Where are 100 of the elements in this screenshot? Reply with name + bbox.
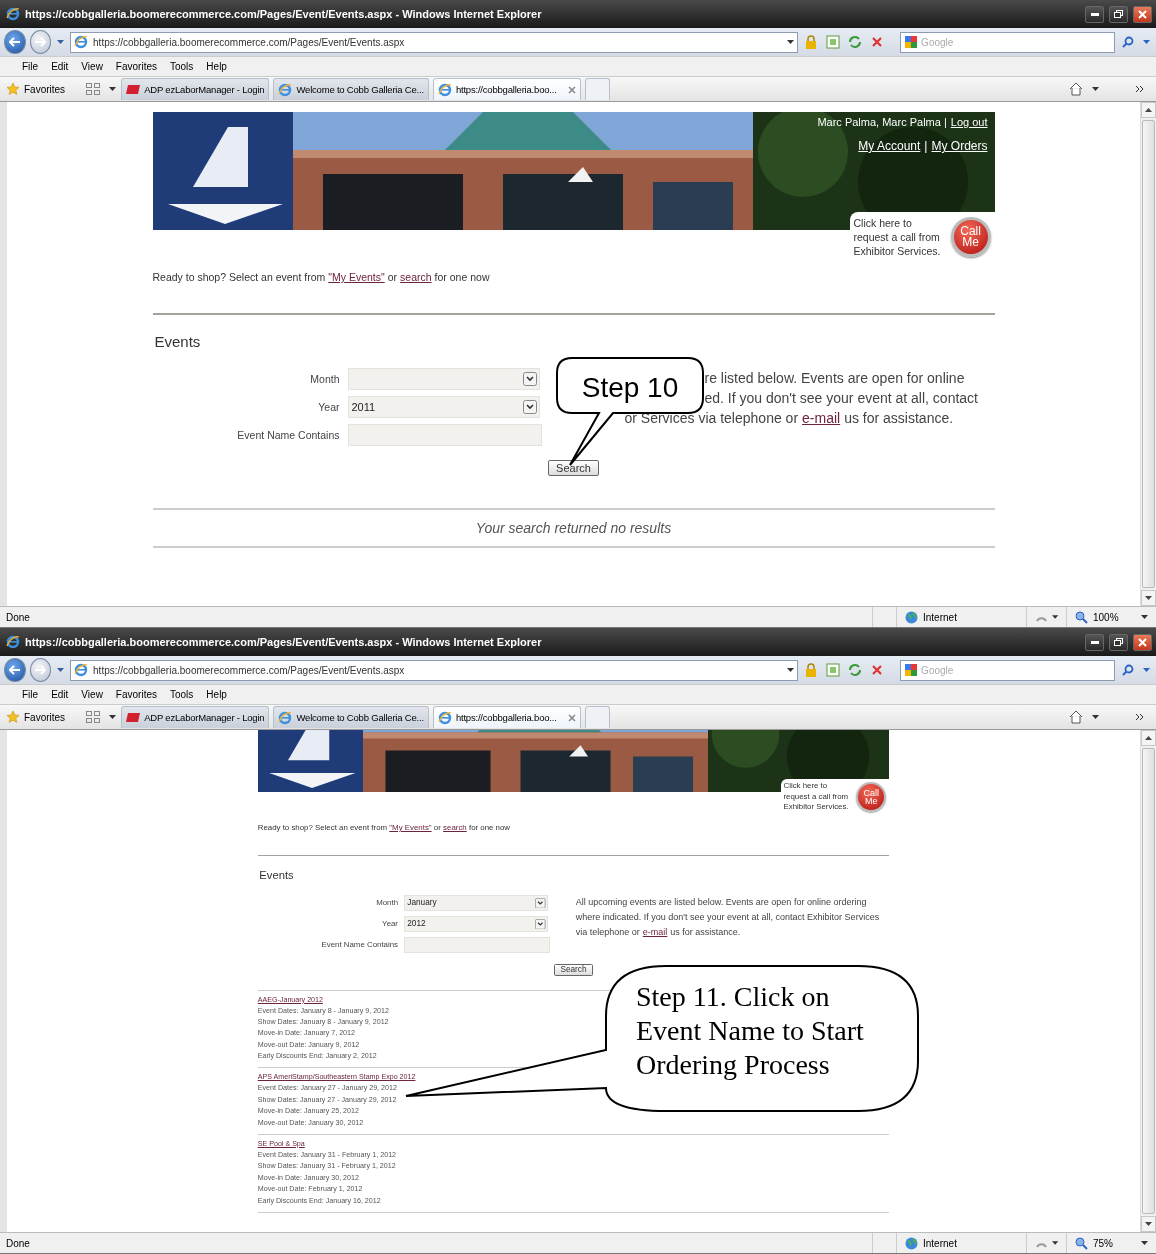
browser-tab[interactable]: Welcome to Cobb Galleria Ce... [273, 706, 429, 728]
section-title: Events [154, 333, 202, 350]
call-me-button[interactable]: Call Me [856, 782, 887, 813]
input-field[interactable] [347, 424, 542, 446]
globe-icon [905, 610, 918, 624]
no-results-message: Your search returned no results [474, 520, 673, 536]
close-icon [1138, 9, 1147, 19]
browser-tab[interactable]: https://cobbgalleria.boo... [432, 78, 581, 100]
browser-tab[interactable]: ADP ezLaborManager - Login [121, 78, 270, 100]
window-title: https://cobbgalleria.boomerecommerce.com/Pages/Event/Events.aspx - Windows Internet Explorer [25, 8, 543, 20]
scroll-down-button[interactable] [1141, 1216, 1156, 1232]
account-link[interactable]: My Orders [931, 139, 988, 153]
back-button[interactable] [4, 30, 26, 54]
caret-icon [787, 668, 795, 672]
restore-icon [1114, 638, 1123, 646]
caret-icon [57, 40, 65, 44]
search-link[interactable]: search [400, 271, 432, 283]
email-link[interactable]: e-mail [642, 924, 668, 940]
caret-icon [787, 40, 795, 44]
back-arrow-icon [8, 665, 21, 675]
back-button[interactable] [4, 658, 26, 682]
menu-item[interactable]: Tools [170, 61, 194, 72]
search-button[interactable]: Search [548, 460, 599, 476]
scrollbar[interactable] [1140, 730, 1156, 1232]
address-field[interactable]: https://cobbgalleria.boomerecommerce.com/Pages/Event/Events.aspx [70, 659, 799, 681]
menu-item[interactable]: Favorites [115, 689, 157, 700]
field-label: Year [317, 401, 340, 413]
browser-icon [6, 635, 20, 649]
zone-text: Internet [923, 1237, 957, 1249]
browser-tab[interactable]: ADP ezLaborManager - Login [121, 706, 270, 728]
address-field[interactable]: https://cobbgalleria.boomerecommerce.com/Pages/Event/Events.aspx [70, 31, 799, 53]
down-arrow-icon [1145, 596, 1152, 600]
forward-button[interactable] [29, 658, 52, 682]
scroll-up-button[interactable] [1141, 102, 1156, 118]
email-link[interactable]: e-mail [802, 408, 841, 428]
search-icon [1122, 36, 1135, 48]
select-field[interactable] [347, 368, 540, 390]
close-button[interactable] [1133, 633, 1152, 651]
scroll-down-button[interactable] [1141, 590, 1156, 606]
info-text: re listed below. Events are open for online [704, 369, 965, 388]
browser-icon [74, 35, 89, 49]
zoom-icon[interactable] [1075, 610, 1088, 624]
menu-item[interactable]: File [22, 61, 39, 72]
menu-item[interactable]: Help [206, 61, 227, 72]
browser-icon [437, 82, 452, 97]
callout-text: Step 10 [580, 371, 680, 405]
menu-item[interactable]: Edit [51, 61, 69, 72]
field-label: Event Name Contains [236, 429, 340, 441]
up-arrow-icon [1145, 736, 1152, 740]
close-tab-icon[interactable] [567, 85, 576, 94]
menu-item[interactable]: File [22, 689, 39, 700]
up-arrow-icon [1145, 108, 1152, 112]
select-field[interactable]: January [404, 894, 548, 911]
zone-text: Internet [923, 611, 957, 623]
scroll-up-button[interactable] [1141, 730, 1156, 746]
intro-text: Ready to shop? Select an event from [152, 271, 326, 283]
browser-icon [278, 82, 293, 97]
menu-item[interactable]: Edit [51, 689, 69, 700]
favorites-button[interactable]: Favorites [6, 82, 80, 96]
browser-tab[interactable]: Welcome to Cobb Galleria Ce... [273, 78, 429, 100]
call-request-text[interactable]: Click here to request a call from Exhibitor Services. [853, 215, 945, 258]
close-button[interactable] [1133, 5, 1152, 23]
lock-icon [805, 35, 818, 49]
refresh-icon [848, 35, 863, 49]
info-text: us for assistance. [670, 925, 741, 939]
menu-item[interactable]: Tools [170, 689, 194, 700]
minimize-icon [1090, 640, 1099, 644]
select-field[interactable]: 2011 [347, 396, 540, 418]
scrollbar[interactable] [1140, 102, 1156, 606]
scroll-thumb[interactable] [1142, 748, 1155, 1214]
menu-item[interactable]: View [81, 689, 103, 700]
forward-button[interactable] [29, 30, 52, 54]
my-events-link[interactable]: "My Events" [328, 271, 385, 283]
scroll-thumb[interactable] [1142, 120, 1155, 588]
restore-button[interactable] [1109, 5, 1128, 23]
call-me-button[interactable]: Call Me [950, 216, 991, 257]
menu-item[interactable]: View [81, 61, 103, 72]
account-link[interactable]: My Account [858, 139, 921, 153]
minimize-button[interactable] [1085, 5, 1104, 23]
user-name: Marc Palma, Marc Palma | [817, 116, 947, 128]
select-field[interactable]: 2012 [404, 915, 548, 932]
adp-logo-icon [126, 85, 141, 94]
logout-link[interactable]: Log out [950, 116, 988, 128]
browser-tab[interactable]: https://cobbgalleria.boo... [432, 706, 581, 728]
close-tab-icon[interactable] [567, 713, 576, 722]
zoom-icon[interactable] [1075, 1236, 1088, 1250]
page-icon [826, 663, 841, 677]
search-button[interactable]: Search [554, 963, 593, 976]
status-text: Done [5, 1237, 31, 1249]
input-field[interactable] [404, 936, 550, 953]
minimize-button[interactable] [1085, 633, 1104, 651]
dropdown-arrow-icon [535, 897, 546, 908]
restore-button[interactable] [1109, 633, 1128, 651]
menu-item[interactable]: Favorites [115, 61, 157, 72]
caret-icon [108, 715, 116, 719]
favorites-button[interactable]: Favorites [6, 710, 80, 724]
globe-icon [905, 1236, 918, 1250]
home-icon [1069, 82, 1083, 96]
menu-item[interactable]: Help [206, 689, 227, 700]
back-arrow-icon [8, 37, 21, 47]
